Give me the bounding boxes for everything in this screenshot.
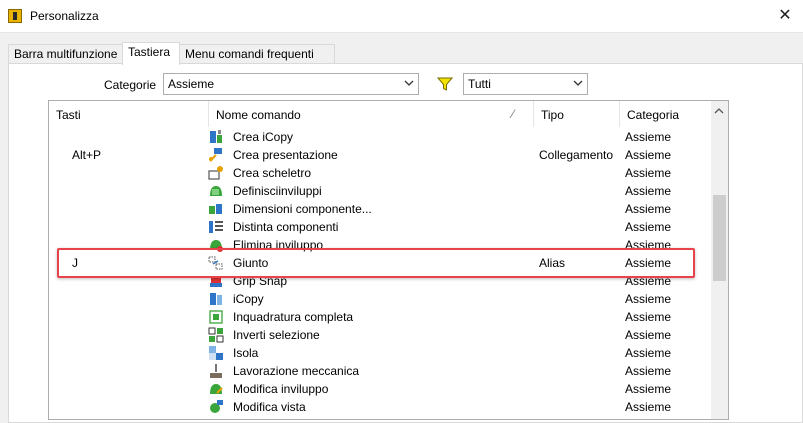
cell-categoria: Assieme <box>625 292 672 306</box>
table-row[interactable]: Dimensioni componente... Assieme <box>49 200 711 218</box>
cell-nome-comando: Crea iCopy <box>233 130 294 144</box>
cell-nome-comando: Lavorazione meccanica <box>233 364 360 378</box>
icopy-icon <box>210 293 222 305</box>
cell-nome-comando: Distinta componenti <box>233 220 339 234</box>
table-row[interactable]: iCopy Assieme <box>49 290 711 308</box>
cell-nome-comando: Modifica inviluppo <box>233 382 329 396</box>
table-row[interactable]: Modifica vista Assieme <box>49 398 711 416</box>
table-row[interactable]: Inquadratura completa Assieme <box>49 308 711 326</box>
cell-categoria: Assieme <box>625 382 672 396</box>
envelope-define-icon <box>210 186 222 196</box>
cell-categoria: Assieme <box>625 346 672 360</box>
table-row[interactable]: Alt+P Crea presentazione Collegamento Assie… <box>49 146 711 164</box>
cell-nome-comando: Crea scheletro <box>233 166 312 180</box>
envelope-edit-icon <box>210 384 223 394</box>
row-highlight-annotation <box>57 248 695 278</box>
chevron-down-icon <box>573 80 583 86</box>
zoom-all-icon <box>209 310 223 324</box>
cell-categoria: Assieme <box>625 202 672 216</box>
cell-categoria: Assieme <box>625 148 672 162</box>
cell-tasti: Alt+P <box>72 148 102 162</box>
component-size-icon <box>209 204 222 214</box>
funnel-icon[interactable] <box>437 76 453 92</box>
type-select[interactable]: Tutti <box>463 73 588 95</box>
cell-nome-comando: Inverti selezione <box>233 328 320 342</box>
table-row[interactable]: Modifica inviluppo Assieme <box>49 380 711 398</box>
cell-categoria: Assieme <box>625 310 672 324</box>
cell-nome-comando: Dimensioni componente... <box>233 202 372 216</box>
tab-tastiera[interactable]: Tastiera <box>122 42 180 65</box>
cell-nome-comando: iCopy <box>233 292 264 306</box>
vertical-scrollbar[interactable] <box>711 101 728 419</box>
machining-icon <box>210 364 222 378</box>
invert-selection-icon <box>208 327 224 343</box>
cell-nome-comando: Crea presentazione <box>233 148 338 162</box>
cell-categoria: Assieme <box>625 166 672 180</box>
cell-categoria: Assieme <box>625 220 672 234</box>
cell-nome-comando: Modifica vista <box>233 400 306 414</box>
cell-categoria: Assieme <box>625 130 672 144</box>
category-label: Categorie <box>104 78 157 92</box>
cell-nome-comando: Inquadratura completa <box>233 310 354 324</box>
table-row[interactable]: Crea scheletro Assieme <box>49 164 711 182</box>
column-header-nome-comando[interactable]: Nome comando <box>209 101 534 127</box>
table-row[interactable]: Isola Assieme <box>49 344 711 362</box>
chevron-down-icon <box>404 80 414 86</box>
column-header-categoria[interactable]: Categoria <box>620 101 712 127</box>
column-header-tipo[interactable]: Tipo <box>534 101 620 127</box>
scroll-up-icon[interactable] <box>714 107 724 115</box>
tab-menu-comandi-frequenti[interactable]: Menu comandi frequenti <box>179 44 335 64</box>
tab-barra-multifunzione[interactable]: Barra multifunzione <box>8 44 123 64</box>
column-header-tasti[interactable]: Tasti <box>49 101 209 127</box>
title-bar: Personalizza ✕ <box>0 0 803 33</box>
type-select-value: Tutti <box>468 77 491 91</box>
skeleton-icon <box>208 166 223 180</box>
isolate-icon <box>209 346 223 360</box>
cell-nome-comando: Isola <box>233 346 259 360</box>
table-row[interactable]: Crea iCopy Assieme <box>49 128 711 146</box>
table-row[interactable]: Definisciinviluppi Assieme <box>49 182 711 200</box>
edit-view-icon <box>210 400 223 413</box>
table-row[interactable]: Inverti selezione Assieme <box>49 326 711 344</box>
presentation-icon <box>209 148 222 162</box>
cell-categoria: Assieme <box>625 328 672 342</box>
cell-categoria: Assieme <box>625 400 672 414</box>
table-row[interactable]: Distinta componenti Assieme <box>49 218 711 236</box>
cell-categoria: Assieme <box>625 364 672 378</box>
app-icon <box>8 9 22 23</box>
cell-tipo: Collegamento <box>539 148 614 162</box>
cell-nome-comando: Definisciinviluppi <box>233 184 322 198</box>
table-row[interactable]: Lavorazione meccanica Assieme <box>49 362 711 380</box>
cell-categoria: Assieme <box>625 184 672 198</box>
icopy-create-icon <box>210 130 222 143</box>
category-select-value: Assieme <box>168 77 215 91</box>
close-button[interactable]: ✕ <box>775 6 795 26</box>
sort-indicator-icon: ⁄ <box>512 107 515 121</box>
window-title: Personalizza <box>30 9 99 23</box>
bom-icon <box>209 221 223 233</box>
scrollbar-thumb[interactable] <box>713 195 726 281</box>
category-select[interactable]: Assieme <box>163 73 419 95</box>
